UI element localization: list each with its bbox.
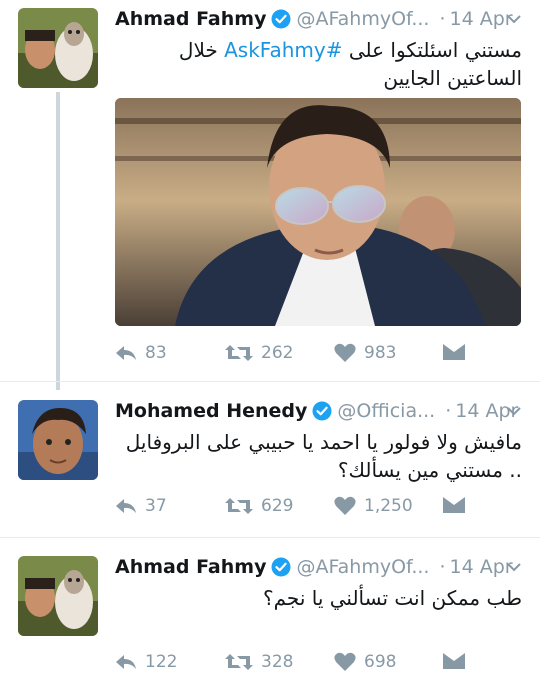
author-name[interactable]: Ahmad Fahmy [115, 8, 266, 30]
heart-icon [334, 343, 356, 362]
like-count: 698 [364, 652, 397, 672]
avatar[interactable] [18, 556, 98, 636]
verified-badge-icon [271, 9, 291, 29]
like-button[interactable]: 698 [334, 652, 396, 672]
retweet-count: 629 [261, 496, 294, 516]
tweet[interactable]: Ahmad Fahmy @AFahmyOf... · 14 Apr مستني … [0, 2, 540, 374]
reply-button[interactable]: 122 [115, 652, 177, 672]
retweet-icon [225, 498, 253, 514]
reply-icon [116, 346, 136, 360]
tweet-text-part: مستني اسئلتكوا على [342, 38, 522, 62]
avatar[interactable] [18, 400, 98, 480]
tweet-actions: 122 328 698 [115, 652, 522, 678]
divider [0, 381, 540, 382]
separator: · [439, 8, 446, 30]
author-handle[interactable]: @Officia... [337, 400, 435, 422]
heart-icon [334, 652, 356, 671]
retweet-button[interactable]: 328 [225, 652, 293, 672]
like-count: 983 [364, 343, 397, 363]
direct-message-button[interactable] [443, 652, 473, 670]
like-button[interactable]: 983 [334, 343, 396, 363]
verified-badge-icon [312, 401, 332, 421]
reply-button[interactable]: 83 [115, 343, 167, 363]
tweet-date[interactable]: 14 Apr [450, 8, 513, 30]
reply-icon [116, 499, 136, 513]
heart-icon [334, 496, 356, 515]
tweet-header: Ahmad Fahmy @AFahmyOf... · 14 Apr [115, 550, 522, 584]
direct-message-button[interactable] [443, 343, 473, 361]
verified-badge-icon [271, 557, 291, 577]
reply-count: 122 [145, 652, 178, 672]
tweet[interactable]: Mohamed Henedy @Officia... · 14 Apr مافي… [0, 394, 540, 524]
tweet-text: طب ممكن انت تسألني يا نجم؟ [262, 586, 522, 610]
tweet-actions: 83 262 983 [115, 343, 522, 369]
tweet-header: Mohamed Henedy @Officia... · 14 Apr [115, 394, 522, 428]
chevron-down-icon[interactable] [506, 403, 522, 419]
retweet-button[interactable]: 629 [225, 496, 293, 516]
retweet-count: 262 [261, 343, 294, 363]
envelope-icon [443, 653, 465, 669]
divider [0, 537, 540, 538]
reply-count: 37 [145, 496, 167, 516]
hashtag-link[interactable]: #AskFahmy [224, 38, 342, 62]
tweet-text: مستني اسئلتكوا على #AskFahmy خلال الساعت… [115, 36, 522, 92]
reply-button[interactable]: 37 [115, 496, 167, 516]
retweet-icon [225, 654, 253, 670]
retweet-icon [225, 345, 253, 361]
author-name[interactable]: Ahmad Fahmy [115, 556, 266, 578]
avatar[interactable] [18, 8, 98, 88]
envelope-icon [443, 497, 465, 513]
author-handle[interactable]: @AFahmyOf... [296, 8, 429, 30]
separator: · [445, 400, 452, 422]
author-handle[interactable]: @AFahmyOf... [296, 556, 429, 578]
tweet-text: مافيش ولا فولور يا احمد يا حبيبي على الب… [125, 430, 522, 482]
tweet-photo[interactable] [115, 98, 521, 326]
direct-message-button[interactable] [443, 496, 473, 514]
tweet-actions: 37 629 1,250 [115, 496, 522, 522]
like-button[interactable]: 1,250 [334, 496, 413, 516]
tweet[interactable]: Ahmad Fahmy @AFahmyOf... · 14 Apr طب ممك… [0, 550, 540, 680]
retweet-button[interactable]: 262 [225, 343, 293, 363]
retweet-count: 328 [261, 652, 294, 672]
tweet-header: Ahmad Fahmy @AFahmyOf... · 14 Apr [115, 2, 522, 36]
like-count: 1,250 [364, 496, 413, 516]
reply-icon [116, 655, 136, 669]
author-name[interactable]: Mohamed Henedy [115, 400, 307, 422]
tweet-date[interactable]: 14 Apr [450, 556, 513, 578]
chevron-down-icon[interactable] [506, 11, 522, 27]
reply-count: 83 [145, 343, 167, 363]
separator: · [439, 556, 446, 578]
chevron-down-icon[interactable] [506, 559, 522, 575]
envelope-icon [443, 344, 465, 360]
